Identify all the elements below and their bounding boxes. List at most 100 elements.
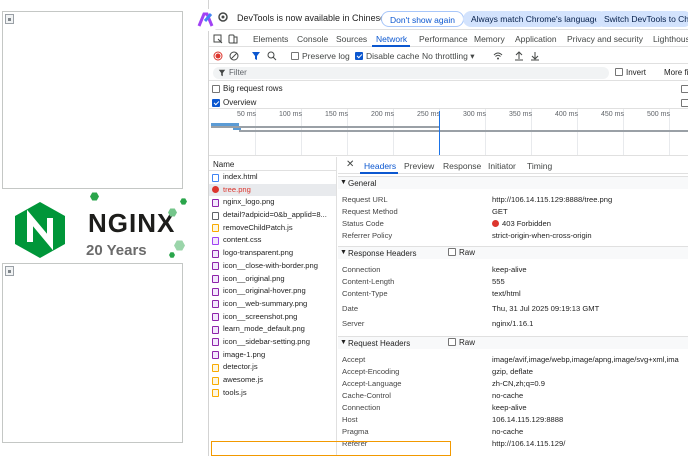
tab-headers[interactable]: Headers: [364, 161, 396, 171]
raw-checkbox[interactable]: [448, 248, 456, 256]
tab-initiator[interactable]: Initiator: [488, 161, 516, 171]
header-value-text: nginx/1.16.1: [492, 319, 534, 328]
header-value[interactable]: zh-CN,zh;q=0.9: [492, 379, 545, 388]
header-value[interactable]: http://106.14.115.129:8888/tree.png: [492, 195, 612, 204]
header-value[interactable]: http://106.14.115.129/: [492, 439, 565, 448]
record-icon[interactable]: [213, 51, 223, 61]
tab-elements[interactable]: Elements: [253, 34, 288, 44]
header-value[interactable]: GET: [492, 207, 508, 216]
inspect-icon[interactable]: [213, 34, 223, 44]
throttling-select[interactable]: No throttling ▾: [422, 51, 475, 62]
header-value[interactable]: 403 Forbidden: [492, 219, 551, 228]
device-toolbar-icon[interactable]: [228, 34, 238, 44]
request-name: content.css: [223, 235, 262, 245]
preserve-log-box[interactable]: [291, 52, 299, 60]
tab-performance[interactable]: Performance: [419, 34, 468, 44]
name-column-header[interactable]: Name: [209, 157, 336, 171]
request-row[interactable]: icon__close-with-border.png: [209, 260, 336, 273]
raw-checkbox[interactable]: [448, 338, 456, 346]
header-value-text: strict-origin-when-cross-origin: [492, 231, 592, 240]
upload-icon[interactable]: [514, 51, 524, 61]
disable-cache-checkbox[interactable]: Disable cache: [355, 51, 419, 61]
header-value[interactable]: 555: [492, 277, 505, 286]
request-row[interactable]: icon__original-hover.png: [209, 285, 336, 298]
header-value[interactable]: keep-alive: [492, 403, 527, 412]
overview-checkbox[interactable]: [212, 99, 220, 107]
filter-icon[interactable]: [251, 51, 261, 61]
request-row[interactable]: detail?adpicid=0&b_applid=8...: [209, 209, 336, 222]
header-value[interactable]: text/html: [492, 289, 521, 298]
general-section-header[interactable]: ▼ General: [338, 176, 688, 189]
network-conditions-icon[interactable]: [493, 51, 503, 61]
request-row[interactable]: icon__screenshot.png: [209, 311, 336, 324]
dont-show-again-button[interactable]: Don't show again: [381, 11, 464, 27]
header-value[interactable]: image/avif,image/webp,image/apng,image/s…: [492, 355, 679, 364]
header-value[interactable]: gzip, deflate: [492, 367, 533, 376]
request-row[interactable]: icon__sidebar-setting.png: [209, 336, 336, 349]
tab-sources[interactable]: Sources: [336, 34, 367, 44]
clear-icon[interactable]: [229, 51, 239, 61]
filter-bar: Filter Invert More fi: [209, 65, 688, 81]
tab-console[interactable]: Console: [297, 34, 328, 44]
preserve-log-checkbox[interactable]: Preserve log: [291, 51, 350, 61]
header-value[interactable]: nginx/1.16.1: [492, 319, 533, 328]
request-name: removeChildPatch.js: [223, 222, 293, 232]
request-row[interactable]: image-1.png: [209, 349, 336, 362]
header-key: Request Method: [342, 207, 398, 216]
img-file-icon: [212, 198, 219, 207]
header-value[interactable]: no-cache: [492, 427, 523, 436]
request-row[interactable]: detector.js: [209, 361, 336, 374]
big-request-rows-checkbox[interactable]: [212, 85, 220, 93]
disable-cache-box[interactable]: [355, 52, 363, 60]
tab-network[interactable]: Network: [376, 34, 407, 44]
header-row: Host 106.14.115.129:8888: [338, 413, 688, 425]
request-row[interactable]: awesome.js: [209, 374, 336, 387]
request-row[interactable]: tree.png: [209, 183, 336, 197]
tab-application[interactable]: Application: [515, 34, 557, 44]
request-row[interactable]: learn_mode_default.png: [209, 323, 336, 336]
header-key: Accept: [342, 355, 366, 364]
match-language-button[interactable]: Always match Chrome's language: [463, 11, 608, 27]
response-headers-section-header[interactable]: ▼ Response Headers Raw: [338, 246, 688, 259]
search-icon[interactable]: [267, 51, 277, 61]
header-value[interactable]: strict-origin-when-cross-origin: [492, 231, 592, 240]
invert-label: Invert: [626, 68, 647, 77]
header-key: Cache-Control: [342, 391, 391, 400]
timeline-marker: [439, 111, 440, 155]
raw-toggle[interactable]: Raw: [448, 338, 475, 347]
request-row[interactable]: logo-transparent.png: [209, 247, 336, 260]
request-row[interactable]: removeChildPatch.js: [209, 222, 336, 235]
download-icon[interactable]: [530, 51, 540, 61]
request-row[interactable]: icon__original.png: [209, 273, 336, 286]
raw-toggle[interactable]: Raw: [448, 248, 475, 257]
header-key: Referrer Policy: [342, 231, 393, 240]
tab-privacy-security[interactable]: Privacy and security: [567, 34, 643, 44]
request-row[interactable]: content.css: [209, 234, 336, 247]
request-name: icon__sidebar-setting.png: [223, 336, 310, 346]
tab-memory[interactable]: Memory: [474, 34, 505, 44]
timeline-tick: 300 ms: [463, 111, 486, 118]
tab-preview[interactable]: Preview: [404, 161, 434, 171]
filter-input[interactable]: Filter: [213, 67, 609, 79]
option-checkbox-right[interactable]: [681, 85, 688, 93]
switch-language-button[interactable]: Switch DevTools to Chinese: [596, 11, 688, 27]
request-headers-section-header[interactable]: ▼ Request Headers Raw: [338, 336, 688, 349]
tab-timing[interactable]: Timing: [527, 161, 552, 171]
timeline-overview[interactable]: 50 ms 100 ms 150 ms 200 ms 250 ms 300 ms…: [209, 108, 688, 156]
request-row[interactable]: tools.js: [209, 387, 336, 400]
close-icon[interactable]: ✕: [346, 159, 354, 170]
invert-checkbox[interactable]: Invert: [615, 68, 646, 77]
tab-response[interactable]: Response: [443, 161, 481, 171]
option-checkbox-right[interactable]: [681, 99, 688, 107]
header-value[interactable]: Thu, 31 Jul 2025 09:19:13 GMT: [492, 304, 599, 313]
tab-lighthouse[interactable]: Lighthouse: [653, 34, 688, 44]
request-row[interactable]: icon__web-summary.png: [209, 298, 336, 311]
header-value[interactable]: 106.14.115.129:8888: [492, 415, 563, 424]
timeline-tick: 450 ms: [601, 111, 624, 118]
more-filters-button[interactable]: More fi: [664, 68, 688, 77]
invert-box[interactable]: [615, 68, 623, 76]
header-value[interactable]: keep-alive: [492, 265, 527, 274]
request-row[interactable]: nginx_logo.png: [209, 196, 336, 209]
request-row[interactable]: index.html: [209, 171, 336, 184]
header-value[interactable]: no-cache: [492, 391, 523, 400]
